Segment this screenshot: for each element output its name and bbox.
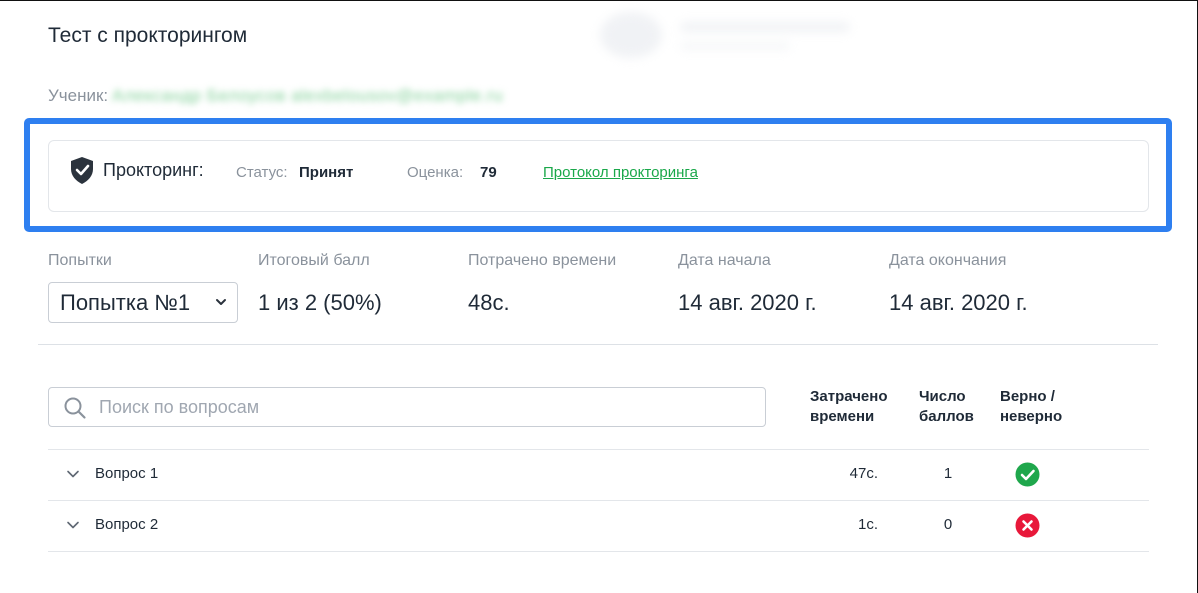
question-title[interactable]: Вопрос 2 (95, 516, 158, 533)
page-title: Тест с прокторингом (48, 24, 248, 47)
cross-circle-icon (1015, 513, 1040, 538)
chevron-down-icon[interactable] (66, 520, 80, 530)
question-points: 1 (943, 465, 953, 482)
question-time: 47с. (849, 465, 878, 482)
status-label: Статус: (236, 164, 288, 181)
search-input[interactable] (99, 388, 749, 426)
time-spent-value: 48с. (468, 290, 510, 315)
question-title[interactable]: Вопрос 1 (95, 465, 158, 482)
status-value: Принят (299, 164, 354, 181)
column-header-correct: Верно / неверно (1000, 388, 1063, 425)
column-header-points: Число баллов (919, 388, 974, 425)
total-score-label: Итоговый балл (258, 252, 370, 269)
score-value: 79 (480, 164, 497, 181)
window-top-border (0, 0, 1198, 1)
proctoring-label: Прокторинг: (103, 160, 204, 180)
total-score-value: 1 из 2 (50%) (258, 290, 382, 315)
question-row[interactable]: Вопрос 1 47с. 1 (48, 450, 1149, 500)
question-search-box[interactable] (48, 387, 766, 427)
shield-check-icon (71, 157, 93, 184)
search-icon (64, 397, 86, 419)
question-time: 1с. (857, 516, 878, 533)
start-date-label: Дата начала (678, 252, 771, 269)
student-label: Ученик: (48, 86, 109, 105)
score-label: Оценка: (407, 164, 464, 181)
end-date-label: Дата окончания (889, 252, 1007, 269)
attempt-selected-value: Попытка №1 (60, 289, 191, 315)
question-points: 0 (943, 516, 953, 533)
end-date-value: 14 авг. 2020 г. (889, 290, 1028, 315)
chevron-down-icon (216, 299, 226, 305)
column-header-time: Затрачено времени (810, 388, 888, 425)
chevron-down-icon[interactable] (66, 469, 80, 479)
row-divider (48, 551, 1149, 552)
section-divider (38, 344, 1158, 345)
student-name-redacted: Александр Белоусов alexbelousov@example.… (112, 86, 504, 105)
proctoring-protocol-link[interactable]: Протокол прокторинга (543, 164, 698, 181)
student-info: Ученик: Александр Белоусов alexbelousov@… (48, 86, 503, 106)
start-date-value: 14 авг. 2020 г. (678, 290, 817, 315)
attempts-label: Попытки (48, 252, 112, 269)
time-spent-label: Потрачено времени (468, 252, 617, 269)
blurred-background-content (600, 12, 860, 60)
check-circle-icon (1015, 462, 1040, 487)
question-row[interactable]: Вопрос 2 1с. 0 (48, 501, 1149, 551)
attempt-select[interactable]: Попытка №1 (48, 282, 238, 323)
